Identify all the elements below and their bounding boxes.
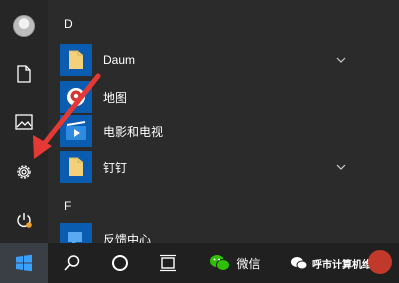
app-item-dingtalk[interactable]: 钉钉 <box>60 150 360 184</box>
task-view-button[interactable] <box>144 243 192 283</box>
windows-start-icon <box>16 254 32 272</box>
movies-tv-icon <box>66 121 86 140</box>
settings-button[interactable] <box>0 148 48 196</box>
documents-button[interactable] <box>0 50 48 98</box>
wechat-icon <box>210 255 231 271</box>
folder-icon <box>69 50 83 69</box>
wechat-app: 微信 <box>209 253 261 273</box>
wechat-taskbar-button[interactable]: 微信 <box>200 243 270 283</box>
start-button[interactable] <box>0 243 48 283</box>
app-item-maps[interactable]: 地图 <box>60 80 360 114</box>
chevron-down-icon[interactable] <box>336 57 346 63</box>
power-button[interactable] <box>0 196 48 244</box>
chevron-down-icon[interactable] <box>336 164 346 170</box>
task-view-icon <box>160 254 176 272</box>
wechat-channel-icon <box>291 257 308 270</box>
app-label: 钉钉 <box>103 160 128 175</box>
app-item-movies-tv[interactable]: 电影和电视 <box>60 114 360 148</box>
settings-icon <box>17 165 31 179</box>
maps-icon <box>67 88 85 106</box>
taskbar: 微信 呼市计算机维护 <box>0 243 399 283</box>
search-icon <box>64 255 80 271</box>
cortana-icon <box>112 255 128 271</box>
desktop: D Daum 地图 电影和电视 钉钉 F 反馈中心 微信 呼市计算机维护 <box>0 0 399 283</box>
search-button[interactable] <box>48 243 96 283</box>
app-tile <box>60 81 92 113</box>
wechat-label: 微信 <box>236 256 261 271</box>
watermark: 呼市计算机维护 <box>290 243 399 283</box>
app-item-daum[interactable]: Daum <box>60 43 360 77</box>
app-label: 地图 <box>103 90 128 105</box>
documents-icon <box>17 65 31 83</box>
cortana-button[interactable] <box>96 243 144 283</box>
app-tile <box>60 151 92 183</box>
app-label: 电影和电视 <box>103 124 164 139</box>
app-list: D Daum 地图 电影和电视 钉钉 F 反馈中心 <box>48 0 399 255</box>
user-avatar <box>13 15 35 37</box>
app-label: Daum <box>103 53 136 67</box>
brand-logo <box>368 250 392 274</box>
pictures-icon <box>15 114 33 130</box>
start-menu-rail <box>0 0 48 243</box>
app-tile <box>60 115 92 147</box>
pictures-button[interactable] <box>0 98 48 146</box>
group-letter-f[interactable]: F <box>64 199 71 213</box>
group-letter-d[interactable]: D <box>64 17 73 31</box>
app-tile <box>60 44 92 76</box>
user-account-button[interactable] <box>0 2 48 50</box>
folder-icon <box>69 157 83 176</box>
power-icon <box>17 213 32 228</box>
